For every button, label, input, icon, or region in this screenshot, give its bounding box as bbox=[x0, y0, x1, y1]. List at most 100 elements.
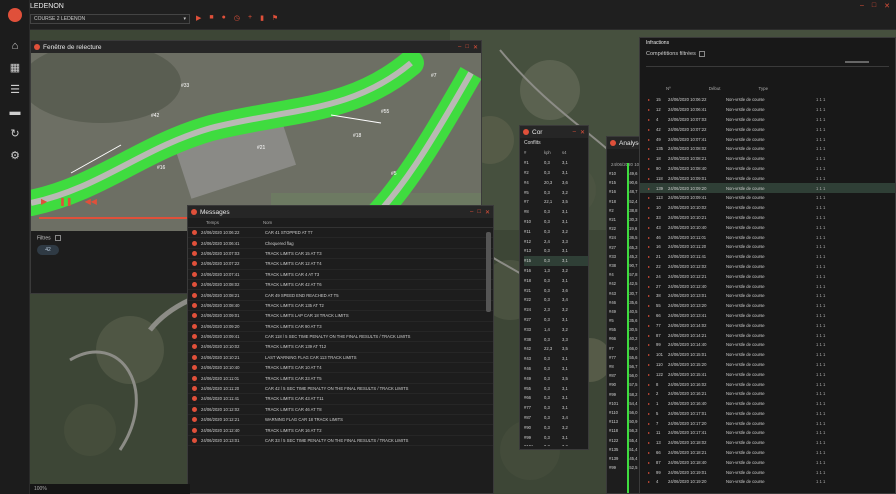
event-row[interactable]: ▸ 15 24/06/2020 10:06:22 Non-vrstle de cour… bbox=[640, 95, 895, 105]
car-row[interactable]: #8 0,3 3,1 bbox=[524, 207, 588, 217]
message-row[interactable]: 24/06/2020 10:08:02 TRACK LIMITS CAR 42 A… bbox=[188, 280, 493, 291]
event-row[interactable]: ▸ 122 24/06/2020 10:15:41 Non-vrstle de cou… bbox=[640, 369, 895, 379]
refresh-icon[interactable]: ↻ bbox=[0, 123, 30, 145]
message-row[interactable]: 24/06/2020 10:07:41 TRACK LIMITS CAR 4 AT… bbox=[188, 270, 493, 280]
car-row[interactable]: #49 0,3 3,5 bbox=[524, 373, 588, 383]
grid-icon[interactable]: ▦ bbox=[0, 57, 30, 79]
event-row[interactable]: ▸ 87 24/06/2020 10:14:21 Non-vrstle de cour… bbox=[640, 330, 895, 340]
car-label[interactable]: #18 bbox=[353, 133, 361, 139]
message-row[interactable]: 24/06/2020 10:09:01 TRACK LIMITS LAP CAR … bbox=[188, 311, 493, 322]
play-icon[interactable]: ▶ bbox=[41, 197, 47, 206]
events-list[interactable]: ▸ 15 24/06/2020 10:06:22 Non-vrstle de cour… bbox=[640, 95, 895, 487]
gear-icon[interactable]: ⚙ bbox=[0, 145, 30, 167]
event-row[interactable]: ▸ 8 24/06/2020 10:16:02 Non-vrstle de cours… bbox=[640, 379, 895, 389]
event-row[interactable]: ▸ 139 24/06/2020 10:09:20 Non-vrstle de cou… bbox=[640, 183, 895, 193]
car-row[interactable]: #38 0,3 3,3 bbox=[524, 334, 588, 344]
events-filter-checkbox[interactable] bbox=[698, 51, 705, 57]
car-row[interactable]: #46 0,3 3,1 bbox=[524, 364, 588, 374]
maximize-icon[interactable]: □ bbox=[465, 44, 469, 51]
car-label[interactable]: #5 bbox=[391, 171, 397, 177]
car-row[interactable]: #33 1,4 3,2 bbox=[524, 324, 588, 334]
close-icon[interactable]: ✕ bbox=[884, 2, 890, 10]
minimize-icon[interactable]: – bbox=[458, 44, 461, 51]
message-row[interactable]: 24/06/2020 10:12:02 TRACK LIMITS CAR 46 A… bbox=[188, 405, 493, 416]
car-row[interactable]: #1010,33,2 bbox=[524, 442, 588, 446]
car-row[interactable]: #1 0,3 3,1 bbox=[524, 158, 588, 168]
car-row[interactable]: #12 2,4 3,3 bbox=[524, 236, 588, 246]
message-row[interactable]: 24/06/2020 10:10:02 TRACK LIMITS CAR 139 … bbox=[188, 342, 493, 353]
message-row[interactable]: 24/06/2020 10:07:03 TRACK LIMITS CAR 15 A… bbox=[188, 249, 493, 260]
minimize-icon[interactable]: – bbox=[470, 209, 473, 216]
stop-icon[interactable]: ■ bbox=[209, 14, 213, 22]
message-row[interactable]: 24/06/2020 10:12:40 TRACK LIMITS CAR 16 A… bbox=[188, 425, 493, 436]
event-row[interactable]: ▸ 12 24/06/2020 10:06:41 Non-vrstle de cour… bbox=[640, 105, 895, 115]
event-row[interactable]: ▸ 7 24/06/2020 10:17:20 Non-vrstle de cours… bbox=[640, 418, 895, 428]
event-row[interactable]: ▸ 113 24/06/2020 10:09:41 Non-vrstle de cou… bbox=[640, 193, 895, 203]
message-row[interactable]: 24/06/2020 10:06:41 Chequered flag bbox=[188, 238, 493, 249]
car-row[interactable]: #24 2,3 3,2 bbox=[524, 305, 588, 315]
message-row[interactable]: 24/06/2020 10:10:21 LAST WARNING FLAG CAR… bbox=[188, 353, 493, 364]
event-row[interactable]: ▸ 66 24/06/2020 10:13:41 Non-vrstle de cour… bbox=[640, 311, 895, 321]
clock-icon[interactable]: ◷ bbox=[234, 14, 240, 22]
message-row[interactable]: 24/06/2020 10:08:40 TRACK LIMITS CAR 135 … bbox=[188, 301, 493, 312]
event-row[interactable]: ▸ 110 24/06/2020 10:15:20 Non-vrstle de cou… bbox=[640, 360, 895, 370]
event-row[interactable]: ▸ 2 24/06/2020 10:16:21 Non-vrstle de cours… bbox=[640, 389, 895, 399]
message-row[interactable]: 24/06/2020 10:10:40 TRACK LIMITS CAR 10 A… bbox=[188, 363, 493, 374]
event-row[interactable]: ▸ 11 24/06/2020 10:17:41 Non-vrstle de cour… bbox=[640, 428, 895, 438]
event-row[interactable]: ▸ 33 24/06/2020 10:10:21 Non-vrstle de cour… bbox=[640, 213, 895, 223]
chat-icon[interactable]: ▬ bbox=[0, 101, 30, 123]
event-row[interactable]: ▸ 118 24/06/2020 10:09:01 Non-vrstle de cou… bbox=[640, 173, 895, 183]
list-icon[interactable]: ☰ bbox=[0, 79, 30, 101]
car-label[interactable]: #16 bbox=[157, 165, 165, 171]
car-row[interactable]: #43 0,3 3,1 bbox=[524, 354, 588, 364]
flag-icon[interactable]: ⚑ bbox=[272, 14, 278, 22]
car-row[interactable]: #27 0,3 3,1 bbox=[524, 315, 588, 325]
car-row[interactable]: #66 0,3 3,1 bbox=[524, 393, 588, 403]
maximize-icon[interactable]: □ bbox=[477, 209, 481, 216]
filter-checkbox[interactable] bbox=[55, 235, 62, 241]
car-row[interactable]: #22 0,3 3,4 bbox=[524, 295, 588, 305]
message-row[interactable]: 24/06/2020 10:11:20 CAR 42 / 5 SEC TIME P… bbox=[188, 384, 493, 395]
car-label[interactable]: #21 bbox=[257, 145, 265, 151]
car-row[interactable]: #7 22,1 3,5 bbox=[524, 197, 588, 207]
car-row[interactable]: #5 0,3 3,2 bbox=[524, 187, 588, 197]
slider[interactable] bbox=[845, 61, 869, 63]
car-label[interactable]: #42 bbox=[151, 113, 159, 119]
close-icon[interactable]: ✕ bbox=[580, 129, 585, 136]
event-row[interactable]: ▸ 42 24/06/2020 10:07:22 Non-vrstle de cour… bbox=[640, 124, 895, 134]
event-row[interactable]: ▸ 66 24/06/2020 10:18:21 Non-vrstle de cour… bbox=[640, 448, 895, 458]
event-row[interactable]: ▸ 24 24/06/2020 10:12:21 Non-vrstle de cour… bbox=[640, 271, 895, 281]
message-row[interactable]: 24/06/2020 10:11:41 TRACK LIMITS CAR 43 A… bbox=[188, 394, 493, 405]
pause-icon[interactable]: ❚❚ bbox=[59, 197, 72, 206]
car-row[interactable]: #90 0,3 3,2 bbox=[524, 422, 588, 432]
event-row[interactable]: ▸ 43 24/06/2020 10:10:40 Non-vrstle de cour… bbox=[640, 222, 895, 232]
event-row[interactable]: ▸ 87 24/06/2020 10:18:40 Non-vrstle de cour… bbox=[640, 457, 895, 467]
event-row[interactable]: ▸ 99 24/06/2020 10:19:01 Non-vrstle de cour… bbox=[640, 467, 895, 477]
car-label[interactable]: #7 bbox=[431, 73, 437, 79]
delete-icon[interactable]: ▮ bbox=[260, 14, 264, 22]
message-row[interactable]: 24/06/2020 10:12:21 WARNING FLAG CAR 18 T… bbox=[188, 415, 493, 426]
car-label[interactable]: #33 bbox=[181, 83, 189, 89]
car-row[interactable]: #10 0,3 3,1 bbox=[524, 217, 588, 227]
event-row[interactable]: ▸ 13 24/06/2020 10:18:02 Non-vrstle de cour… bbox=[640, 438, 895, 448]
car-row[interactable]: #99 0,3 3,1 bbox=[524, 432, 588, 442]
cars-list[interactable]: #1 0,3 3,1 #2 0,3 3,1 #4 20,3 3,6 #5 0,3 3,2 #7 22,1 3… bbox=[520, 158, 588, 446]
event-row[interactable]: ▸ 10 24/06/2020 10:10:02 Non-vrstle de cour… bbox=[640, 203, 895, 213]
close-icon[interactable]: ✕ bbox=[485, 209, 490, 216]
scrollbar[interactable] bbox=[486, 232, 491, 312]
event-row[interactable]: ▸ 5 24/06/2020 10:17:01 Non-vrstle de cours… bbox=[640, 409, 895, 419]
car-row[interactable]: #87 0,3 3,4 bbox=[524, 413, 588, 423]
event-row[interactable]: ▸ 101 24/06/2020 10:15:01 Non-vrstle de cou… bbox=[640, 350, 895, 360]
car-row[interactable]: #11 0,3 3,2 bbox=[524, 226, 588, 236]
message-row[interactable]: 24/06/2020 10:07:22 TRACK LIMITS CAR 12 A… bbox=[188, 259, 493, 270]
plus-icon[interactable]: + bbox=[248, 14, 252, 22]
car-row[interactable]: #18 0,3 3,1 bbox=[524, 275, 588, 285]
message-row[interactable]: 24/06/2020 10:13:01 CAR 33 / 5 SEC TIME P… bbox=[188, 436, 493, 447]
car-row[interactable]: #55 0,3 3,1 bbox=[524, 383, 588, 393]
message-row[interactable]: 24/06/2020 10:09:41 CAR 118 / 5 SEC TIME … bbox=[188, 332, 493, 343]
record-icon[interactable]: ● bbox=[222, 14, 226, 22]
car-row[interactable]: #42 22,3 3,5 bbox=[524, 344, 588, 354]
event-row[interactable]: ▸ 55 24/06/2020 10:13:20 Non-vrstle de cour… bbox=[640, 301, 895, 311]
car-row[interactable]: #77 0,3 3,1 bbox=[524, 403, 588, 413]
event-row[interactable]: ▸ 77 24/06/2020 10:14:02 Non-vrstle de cour… bbox=[640, 320, 895, 330]
